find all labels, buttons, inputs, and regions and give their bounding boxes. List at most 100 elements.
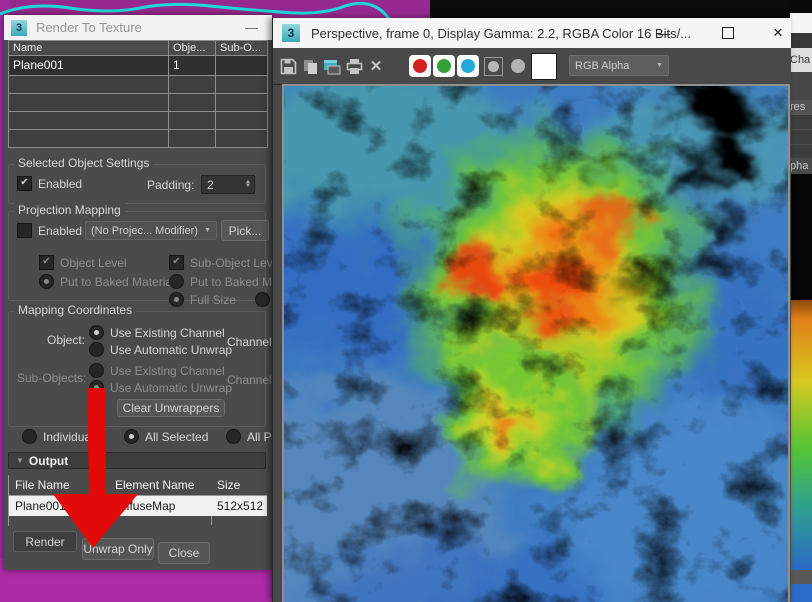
render-to-texture-dialog: 3 Render To Texture — Name Obje... Sub-O… bbox=[4, 15, 296, 570]
baked-texture-preview bbox=[194, 66, 812, 602]
sub-use-existing-channel-radio[interactable]: Use Existing Channel bbox=[89, 363, 225, 378]
edge-blue-bottom bbox=[790, 584, 812, 602]
radio-unselected-icon[interactable] bbox=[226, 429, 241, 444]
use-automatic-unwrap-label: Use Automatic Unwrap bbox=[110, 342, 233, 357]
padding-spinner[interactable]: 2 ▲ ▼ bbox=[201, 175, 255, 194]
table-row[interactable] bbox=[9, 112, 267, 130]
column-header-size[interactable]: Size bbox=[211, 475, 267, 496]
sub-use-existing-channel-label: Use Existing Channel bbox=[110, 363, 225, 378]
clear-image-button[interactable]: ✕ bbox=[366, 56, 386, 76]
radio-selected-icon[interactable] bbox=[89, 380, 104, 395]
table-row[interactable]: Plane001Diffuse... DiffuseMap 512x512 bbox=[9, 496, 267, 516]
all-selected-label: All Selected bbox=[145, 429, 209, 444]
screen: Cha res pha 3 Render To Texture — Name O… bbox=[0, 0, 812, 602]
red-channel-button[interactable] bbox=[409, 55, 431, 77]
edge-preset-label: res bbox=[790, 100, 812, 114]
sub-object-levels-checkbox[interactable]: ✔ Sub-Object Levels bbox=[169, 255, 288, 270]
table-row[interactable] bbox=[9, 76, 267, 94]
close-button[interactable]: Close bbox=[158, 542, 210, 564]
render-viewport[interactable] bbox=[194, 66, 812, 602]
edge-alpha-text: pha bbox=[790, 160, 809, 172]
alpha-channel-button[interactable] bbox=[511, 59, 525, 73]
edge-toolbar-sliver bbox=[790, 33, 812, 48]
column-header-element-name[interactable]: Element Name bbox=[109, 475, 211, 496]
pick-button[interactable]: Pick... bbox=[221, 220, 269, 241]
background-color-swatch[interactable] bbox=[531, 53, 557, 80]
column-header-file-name[interactable]: File Name bbox=[9, 475, 109, 496]
put-to-baked-mate-radio[interactable]: Put to Baked Mate bbox=[169, 274, 289, 289]
rtt-dialog-title: Render To Texture bbox=[36, 20, 142, 35]
rtt-titlebar[interactable]: 3 Render To Texture — bbox=[4, 15, 272, 40]
use-automatic-unwrap-radio[interactable]: Use Automatic Unwrap bbox=[89, 342, 232, 357]
alpha-channel-icon bbox=[511, 59, 525, 73]
column-header-subobject[interactable]: Sub-O... bbox=[216, 41, 267, 55]
modifier-dropdown-value: (No Projec... Modifier) bbox=[91, 224, 198, 237]
sub-use-automatic-unwrap-radio[interactable]: Use Automatic Unwrap bbox=[89, 380, 232, 395]
edge-channel-label: Cha bbox=[790, 48, 812, 72]
maximize-button[interactable] bbox=[713, 18, 743, 48]
edge-black-top bbox=[790, 0, 812, 13]
blue-channel-button[interactable] bbox=[457, 55, 479, 77]
green-channel-button[interactable] bbox=[433, 55, 455, 77]
output-table-header: File Name Element Name Size bbox=[9, 475, 267, 496]
right-edge-ui-fragments: Cha res pha bbox=[790, 0, 812, 602]
individual-radio[interactable]: Individual bbox=[22, 429, 94, 444]
minimize-icon: — bbox=[657, 25, 671, 41]
maximize-icon bbox=[722, 27, 734, 39]
checkbox-checked-icon[interactable]: ✔ bbox=[39, 255, 54, 270]
close-button[interactable]: ✕ bbox=[763, 18, 793, 48]
padding-label: Padding: bbox=[147, 178, 195, 192]
put-to-baked-material-label: Put to Baked Material bbox=[60, 274, 175, 289]
3dsmax-logo-icon: 3 bbox=[282, 24, 300, 42]
full-size-label: Full Size bbox=[190, 292, 237, 307]
group-title: Mapping Coordinates bbox=[14, 303, 137, 317]
selected-object-settings-group: Selected Object Settings ✔ Enabled Paddi… bbox=[8, 156, 266, 204]
print-image-button[interactable] bbox=[344, 56, 364, 76]
monochrome-channel-button[interactable] bbox=[484, 57, 503, 76]
clone-rendered-frame-button[interactable] bbox=[322, 56, 342, 76]
padding-value: 2 bbox=[207, 177, 214, 192]
radio-selected-icon[interactable] bbox=[89, 325, 104, 340]
radio-unselected-icon[interactable] bbox=[169, 274, 184, 289]
display-channel-dropdown[interactable]: RGB Alpha ▼ bbox=[569, 55, 669, 76]
save-image-button[interactable] bbox=[278, 56, 298, 76]
minimize-button[interactable]: — bbox=[649, 18, 679, 48]
table-row[interactable] bbox=[9, 94, 267, 112]
edge-preset-text: res bbox=[790, 101, 806, 113]
copy-image-button[interactable] bbox=[300, 56, 320, 76]
clear-unwrappers-button[interactable]: Clear Unwrappers bbox=[117, 399, 225, 417]
radio-unselected-icon[interactable] bbox=[89, 342, 104, 357]
group-title: Selected Object Settings bbox=[14, 156, 154, 170]
radio-unselected-icon[interactable] bbox=[255, 292, 270, 307]
full-size-radio[interactable]: Full Size bbox=[169, 292, 236, 307]
minimize-icon[interactable]: — bbox=[245, 20, 258, 35]
radio-unselected-icon[interactable] bbox=[22, 429, 37, 444]
put-to-baked-material-radio[interactable]: Put to Baked Material bbox=[39, 274, 175, 289]
all-selected-radio[interactable]: All Selected bbox=[124, 429, 208, 444]
object-level-checkbox[interactable]: ✔ Object Level bbox=[39, 255, 127, 270]
group-title: Projection Mapping bbox=[14, 203, 125, 217]
checkbox-checked-icon[interactable]: ✔ bbox=[17, 176, 32, 191]
radio-unselected-icon[interactable] bbox=[89, 363, 104, 378]
radio-selected-icon[interactable] bbox=[39, 274, 54, 289]
enabled-checkbox[interactable]: ✔ Enabled bbox=[17, 176, 82, 191]
use-existing-channel-radio[interactable]: Use Existing Channel bbox=[89, 325, 225, 340]
cell-object-name: Plane001 bbox=[9, 56, 169, 75]
radio-selected-icon[interactable] bbox=[169, 292, 184, 307]
spinner-down-icon[interactable]: ▼ bbox=[245, 183, 251, 189]
radio-selected-icon[interactable] bbox=[124, 429, 139, 444]
checkbox-unchecked-icon[interactable]: ✔ bbox=[17, 223, 32, 238]
projection-enabled-checkbox[interactable]: ✔ Enabled bbox=[17, 223, 82, 238]
column-header-object[interactable]: Obje... bbox=[169, 41, 216, 55]
channel-label: Channel: bbox=[227, 335, 276, 349]
checkbox-checked-icon[interactable]: ✔ bbox=[169, 255, 184, 270]
unwrap-only-button[interactable]: Unwrap Only bbox=[82, 538, 154, 560]
print-icon bbox=[346, 58, 362, 74]
column-header-name[interactable]: Name bbox=[9, 41, 169, 55]
table-row[interactable] bbox=[9, 130, 267, 147]
display-channel-value: RGB Alpha bbox=[575, 59, 630, 72]
render-button[interactable]: Render bbox=[13, 531, 77, 552]
table-row[interactable]: Plane001 1 bbox=[9, 56, 267, 76]
output-rollout-header[interactable]: ▼ Output bbox=[8, 452, 266, 469]
projection-modifier-dropdown[interactable]: (No Projec... Modifier) ▼ bbox=[85, 221, 217, 240]
